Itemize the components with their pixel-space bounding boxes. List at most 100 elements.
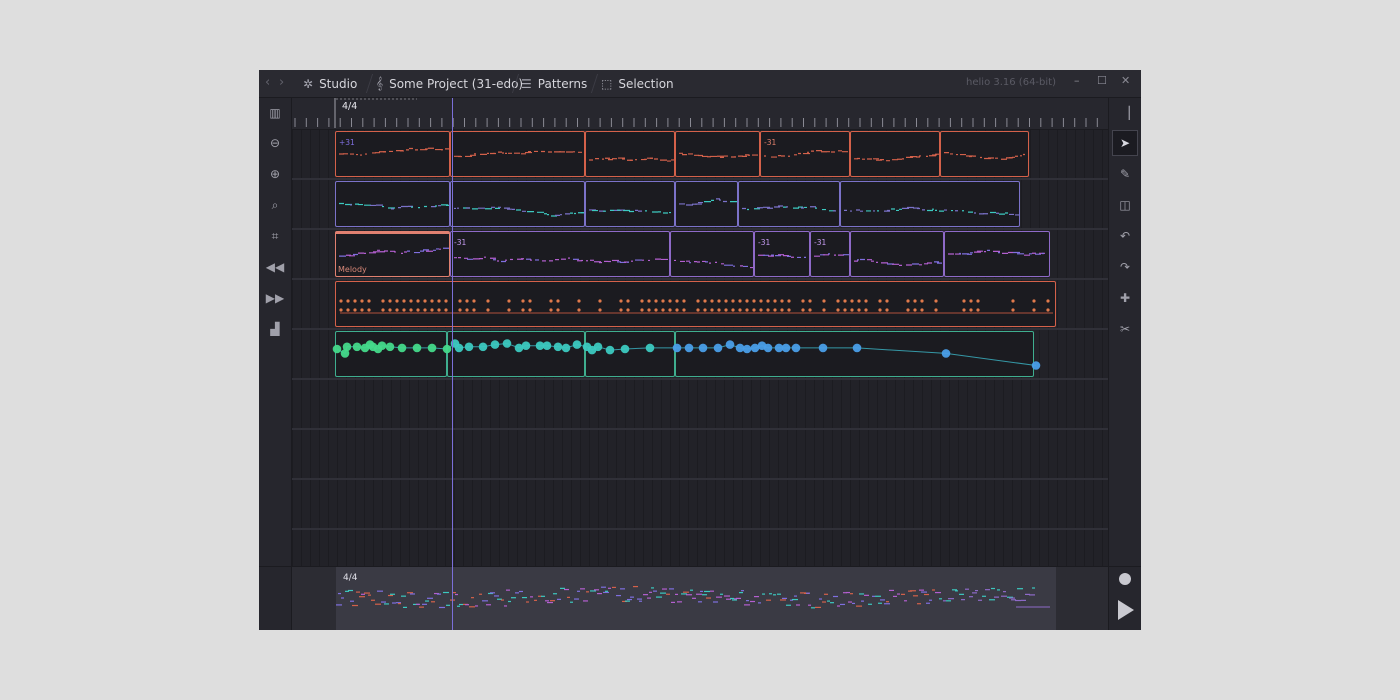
transport-panel (1108, 567, 1141, 630)
drum-hit (738, 308, 742, 312)
drum-pattern-clip[interactable] (335, 281, 1056, 327)
drum-hit (682, 299, 686, 303)
drum-hit (556, 299, 560, 303)
pattern-clip[interactable] (944, 231, 1050, 277)
drum-hit (1011, 299, 1015, 303)
drum-hit (486, 299, 490, 303)
tab-selection-label: Selection (618, 76, 674, 91)
tab-studio[interactable]: ✲ Studio (303, 70, 357, 97)
track-lane[interactable] (292, 330, 1108, 380)
fast-forward-icon[interactable]: ▶▶ (259, 285, 291, 311)
drum-hit (388, 299, 392, 303)
tracks-area[interactable]: +31 -31 Melody -31 -31 -31 (292, 130, 1108, 566)
drum-hit (913, 299, 917, 303)
tab-patterns[interactable]: ☰ Patterns (521, 70, 587, 97)
tab-selection[interactable]: ⬚ Selection (601, 70, 674, 97)
pattern-clip[interactable] (585, 131, 675, 177)
pen-icon[interactable]: ✎ (1109, 161, 1141, 187)
minimize-button[interactable]: – (1074, 74, 1080, 87)
pattern-clip[interactable] (450, 131, 585, 177)
time-signature[interactable]: 4/4 (342, 101, 357, 112)
drum-hit (773, 308, 777, 312)
pattern-clip[interactable] (585, 181, 675, 227)
play-button[interactable] (1118, 600, 1134, 620)
pattern-clip[interactable]: +31 (335, 131, 450, 177)
automation-point (464, 342, 474, 352)
pattern-clip[interactable] (850, 131, 940, 177)
track-lane[interactable] (292, 180, 1108, 230)
panel-toggle-icon[interactable]: ▕ (1109, 100, 1141, 126)
maximize-button[interactable]: ☐ (1097, 74, 1107, 87)
zoom-in-icon[interactable]: ⊕ (259, 161, 291, 187)
drum-hit (780, 308, 784, 312)
automation-point (763, 343, 773, 353)
pattern-clip[interactable] (450, 181, 585, 227)
redo-icon[interactable]: ↷ (1109, 254, 1141, 280)
pattern-clip[interactable]: Melody (335, 231, 450, 277)
undo-icon[interactable]: ↶ (1109, 223, 1141, 249)
right-toolbar: ▕ ➤ ✎ ◫ ↶ ↷ ✚ ✂ (1108, 98, 1141, 566)
timeline-ruler[interactable]: 4/4 (292, 98, 1108, 130)
drum-hit (409, 308, 413, 312)
track-lane[interactable]: +31 -31 (292, 130, 1108, 180)
drum-hit (339, 299, 343, 303)
pattern-clip[interactable]: -31 (754, 231, 810, 277)
zoom-fit-icon[interactable]: ⌗ (259, 223, 291, 249)
level-meter-icon[interactable]: ▟ (259, 316, 291, 342)
rewind-icon[interactable]: ◀◀ (259, 254, 291, 280)
automation-point (593, 342, 603, 352)
track-lane[interactable] (292, 480, 1108, 530)
piano-roll-icon[interactable]: ▥ (259, 100, 291, 126)
drum-hit (759, 308, 763, 312)
pattern-clip[interactable]: -31 (760, 131, 850, 177)
drum-hit (472, 299, 476, 303)
playhead[interactable] (452, 98, 453, 630)
pattern-clip[interactable]: -31 (810, 231, 850, 277)
cursor-icon[interactable]: ➤ (1112, 130, 1138, 156)
drum-hit (507, 308, 511, 312)
tab-project[interactable]: 𝄞 Some Project (31-edo) (376, 70, 523, 97)
track-lane[interactable] (292, 280, 1108, 330)
zoom-out-icon[interactable]: ⊖ (259, 130, 291, 156)
clip-content (844, 206, 1019, 216)
close-button[interactable]: ✕ (1121, 74, 1130, 87)
track-lane[interactable] (292, 430, 1108, 480)
drum-hit (626, 299, 630, 303)
automation-point (781, 343, 791, 353)
pattern-clip[interactable]: -31 (450, 231, 670, 277)
drum-hit (885, 308, 889, 312)
pattern-clip[interactable] (675, 181, 738, 227)
split-icon[interactable]: ◫ (1109, 192, 1141, 218)
automation-point (377, 341, 387, 350)
pattern-clip[interactable] (840, 181, 1020, 227)
zoom-tool-icon[interactable]: ⌕ (259, 192, 291, 218)
mini-map-notes (336, 585, 1050, 609)
track-lane[interactable] (292, 380, 1108, 430)
tab-studio-label: Studio (319, 76, 358, 91)
drum-hit (752, 299, 756, 303)
pattern-clip[interactable] (675, 131, 760, 177)
automation-point (352, 342, 362, 352)
pattern-clip[interactable] (850, 231, 944, 277)
automation-point (521, 341, 531, 350)
drum-hit (444, 308, 448, 312)
drum-hit (675, 299, 679, 303)
ruler-ticks (294, 98, 1098, 128)
drum-hit (808, 299, 812, 303)
drum-hit (367, 299, 371, 303)
record-button[interactable] (1119, 573, 1131, 585)
back-button[interactable]: ‹ (265, 75, 270, 90)
drum-hit (577, 308, 581, 312)
track-lane[interactable]: Melody -31 -31 -31 (292, 230, 1108, 280)
pattern-clip[interactable] (940, 131, 1029, 177)
add-icon[interactable]: ✚ (1109, 285, 1141, 311)
pattern-clip[interactable] (738, 181, 840, 227)
pattern-clip[interactable] (670, 231, 754, 277)
pattern-clip[interactable] (335, 181, 450, 227)
forward-button[interactable]: › (279, 75, 284, 90)
track-lane[interactable] (292, 530, 1108, 566)
mini-map[interactable]: 4/4 (336, 567, 1056, 630)
tab-project-label: Some Project (31-edo) (389, 76, 524, 91)
cut-icon[interactable]: ✂ (1109, 316, 1141, 342)
drum-hit (668, 299, 672, 303)
